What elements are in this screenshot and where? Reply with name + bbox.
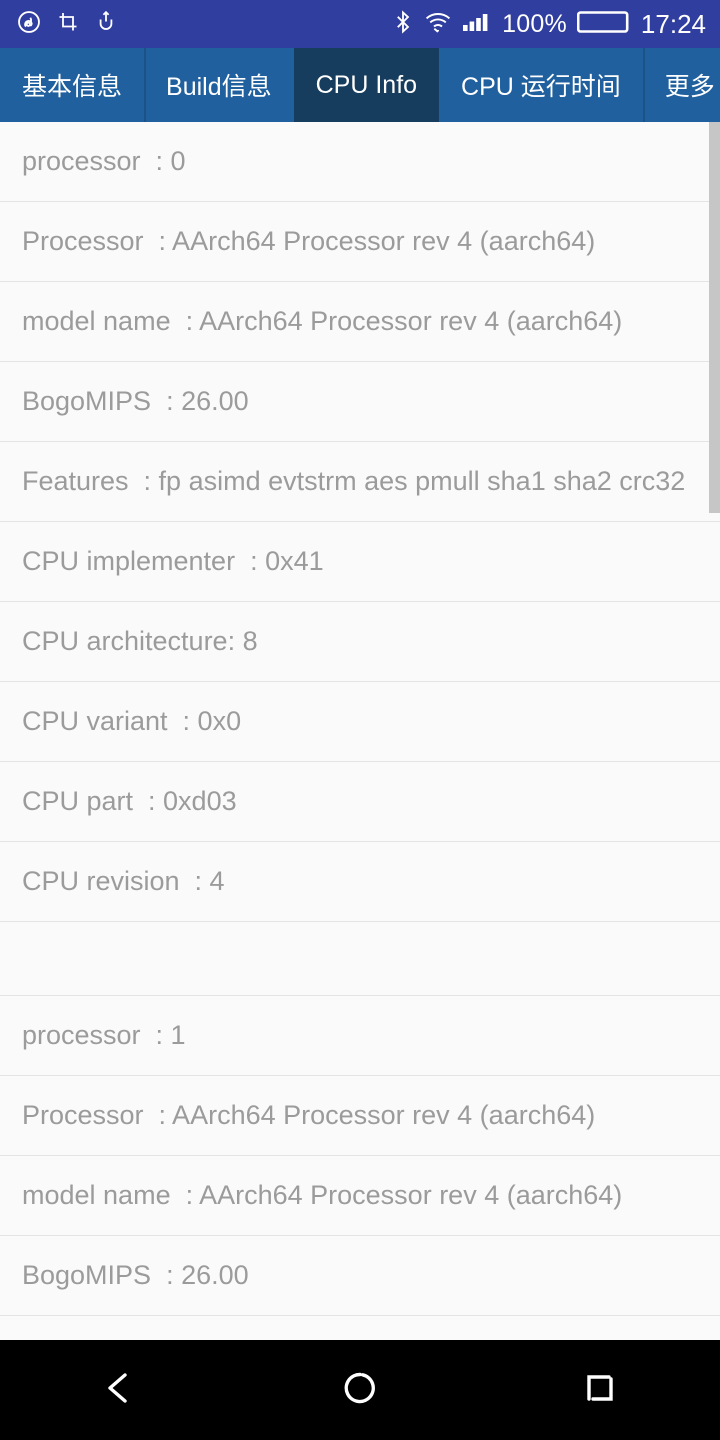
list-item[interactable]: model name : AArch64 Processor rev 4 (aa… xyxy=(0,1156,720,1236)
tab-basic-info[interactable]: 基本信息 xyxy=(0,48,144,122)
list-item-text: CPU architecture: 8 xyxy=(22,625,258,656)
tab-more[interactable]: 更多 xyxy=(642,48,720,122)
list-item[interactable]: CPU variant : 0x0 xyxy=(0,682,720,762)
list-item-text: CPU variant : 0x0 xyxy=(22,705,242,736)
list-item-text: processor : 0 xyxy=(22,145,186,176)
list-item[interactable]: CPU revision : 4 xyxy=(0,842,720,922)
back-button[interactable] xyxy=(60,1340,180,1440)
list-item-text: processor : 1 xyxy=(22,1019,186,1050)
list-item-text: CPU part : 0xd03 xyxy=(22,785,237,816)
status-system-icons: 100% 17:24 xyxy=(392,8,706,41)
music-note-icon xyxy=(16,9,42,40)
list-item[interactable]: processor : 1 xyxy=(0,996,720,1076)
list-item-text: Processor : AArch64 Processor rev 4 (aar… xyxy=(22,1099,596,1130)
usb-debug-icon xyxy=(94,10,118,39)
tab-cpu-runtime[interactable]: CPU 运行时间 xyxy=(439,48,643,122)
list-item[interactable]: Features : fp asimd evtstrm aes pmull sh… xyxy=(0,442,720,522)
navigation-bar xyxy=(0,1340,720,1440)
list-item[interactable]: model name : AArch64 Processor rev 4 (aa… xyxy=(0,282,720,362)
recents-icon xyxy=(580,1368,620,1413)
recents-button[interactable] xyxy=(540,1340,660,1440)
list-item-text: BogoMIPS : 26.00 xyxy=(22,1259,249,1290)
cellular-signal-icon xyxy=(462,10,492,39)
home-button[interactable] xyxy=(300,1340,420,1440)
battery-full-icon xyxy=(576,8,629,41)
list-item-text: model name : AArch64 Processor rev 4 (aa… xyxy=(22,1179,623,1210)
tab-build-info[interactable]: Build信息 xyxy=(144,48,294,122)
list-item-text: CPU implementer : 0x41 xyxy=(22,545,324,576)
tab-cpu-info[interactable]: CPU Info xyxy=(293,48,440,122)
screenshot-crop-icon xyxy=(56,10,80,39)
list-item[interactable]: Processor : AArch64 Processor rev 4 (aar… xyxy=(0,1076,720,1156)
list-item[interactable]: CPU architecture: 8 xyxy=(0,602,720,682)
back-icon xyxy=(98,1366,142,1415)
list-item[interactable]: BogoMIPS : 26.00 xyxy=(0,1236,720,1316)
list-item[interactable]: BogoMIPS : 26.00 xyxy=(0,362,720,442)
app-root: 100% 17:24 基本信息 Build信息 CPU Info CPU 运行时… xyxy=(0,0,720,1440)
tab-label: 基本信息 xyxy=(22,73,123,101)
list-item-text: model name : AArch64 Processor rev 4 (aa… xyxy=(22,305,623,336)
wifi-icon xyxy=(424,10,452,39)
tab-label: CPU 运行时间 xyxy=(461,73,621,101)
list-item[interactable]: processor : 0 xyxy=(0,122,720,202)
list-item-text: BogoMIPS : 26.00 xyxy=(22,385,249,416)
clock-label: 17:24 xyxy=(640,9,706,39)
tab-bar: 基本信息 Build信息 CPU Info CPU 运行时间 更多 xyxy=(0,48,720,122)
scrollbar-thumb[interactable] xyxy=(709,122,720,513)
tab-label: CPU Info xyxy=(315,70,418,99)
battery-percent-label: 100% xyxy=(502,9,567,38)
status-notification-icons xyxy=(16,9,118,40)
tab-label: 更多 xyxy=(664,73,715,101)
home-icon xyxy=(338,1366,382,1415)
list-item-text: CPU revision : 4 xyxy=(22,865,225,896)
list-item[interactable]: CPU part : 0xd03 xyxy=(0,762,720,842)
list-item-text: Processor : AArch64 Processor rev 4 (aar… xyxy=(22,225,596,256)
scrollbar-track[interactable] xyxy=(709,122,720,1340)
list-item-text: Features : fp asimd evtstrm aes pmull sh… xyxy=(22,465,686,496)
cpu-info-list[interactable]: processor : 0 Processor : AArch64 Process… xyxy=(0,122,720,1340)
list-item-separator[interactable] xyxy=(0,922,720,996)
bluetooth-icon xyxy=(392,9,414,40)
list-item[interactable]: Processor : AArch64 Processor rev 4 (aar… xyxy=(0,202,720,282)
tab-label: Build信息 xyxy=(166,73,272,101)
list-item[interactable]: CPU implementer : 0x41 xyxy=(0,522,720,602)
status-bar: 100% 17:24 xyxy=(0,0,720,48)
